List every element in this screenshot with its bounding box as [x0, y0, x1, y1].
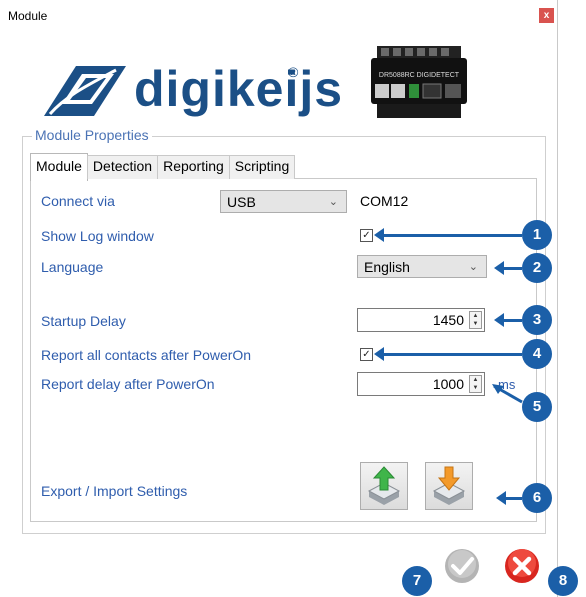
spinner-arrows-icon[interactable]: ▲ ▼	[469, 375, 482, 393]
callout-arrow-1	[382, 234, 522, 237]
connect-via-select[interactable]: USB ⌄	[220, 190, 347, 213]
connect-via-value: USB	[227, 194, 256, 210]
chevron-down-icon: ⌄	[328, 196, 338, 208]
show-log-label: Show Log window	[41, 228, 154, 244]
logo-mark-icon	[44, 66, 126, 116]
callout-badge-2: 2	[522, 253, 552, 283]
report-delay-value: 1000	[432, 376, 464, 392]
callout-arrow-4	[382, 353, 522, 356]
callout-arrow-3	[502, 319, 522, 322]
report-contacts-label: Report all contacts after PowerOn	[41, 347, 252, 363]
export-settings-button[interactable]	[360, 462, 408, 510]
arrow-head-icon	[374, 228, 384, 242]
group-title: Module Properties	[32, 127, 152, 143]
callout-arrow-6	[504, 497, 522, 500]
import-settings-button[interactable]	[425, 462, 473, 510]
device-label: DR5088RC DIGIDETECT	[379, 72, 460, 79]
report-contacts-checkbox[interactable]: ✓	[360, 348, 373, 361]
module-window: Module x digikeijs ® DR5088RC DIGIDETECT…	[0, 0, 558, 597]
language-label: Language	[41, 259, 104, 275]
report-delay-label: Report delay after PowerOn	[41, 376, 215, 392]
module-device-icon: DR5088RC DIGIDETECT	[371, 46, 467, 118]
arrow-head-icon	[494, 261, 504, 275]
digikeijs-logo: digikeijs ®	[36, 56, 366, 128]
callout-badge-5: 5	[522, 392, 552, 422]
tab-bar: Module Detection Reporting Scripting	[30, 153, 296, 181]
close-button[interactable]: x	[539, 8, 554, 23]
tab-detection[interactable]: Detection	[86, 155, 159, 179]
startup-delay-spinner[interactable]: 1450 ▲ ▼	[357, 308, 485, 332]
connect-via-label: Connect via	[41, 193, 115, 209]
callout-badge-7: 7	[402, 566, 432, 596]
ok-button[interactable]	[444, 548, 480, 584]
chevron-down-icon: ⌄	[468, 261, 478, 273]
tab-scripting[interactable]: Scripting	[228, 155, 296, 179]
import-arrow-icon	[432, 466, 466, 505]
window-title: Module	[8, 9, 48, 23]
report-delay-spinner[interactable]: 1000 ▲ ▼	[357, 372, 485, 396]
callout-badge-1: 1	[522, 220, 552, 250]
callout-arrow-2	[502, 267, 522, 270]
startup-delay-label: Startup Delay	[41, 313, 126, 329]
cancel-button[interactable]	[504, 548, 540, 584]
arrow-head-icon	[496, 491, 506, 505]
callout-badge-8: 8	[548, 566, 578, 596]
export-arrow-icon	[367, 466, 401, 505]
callout-badge-4: 4	[522, 339, 552, 369]
logo-text: digikeijs	[134, 61, 344, 117]
arrow-head-icon	[494, 313, 504, 327]
spinner-arrows-icon[interactable]: ▲ ▼	[469, 311, 482, 329]
language-value: English	[364, 259, 410, 275]
com-port-value: COM12	[360, 193, 409, 209]
language-select[interactable]: English ⌄	[357, 255, 487, 278]
startup-delay-value: 1450	[432, 312, 464, 328]
callout-badge-6: 6	[522, 483, 552, 513]
callout-badge-3: 3	[522, 305, 552, 335]
logo-registered-mark: ®	[288, 64, 299, 80]
export-import-label: Export / Import Settings	[41, 483, 188, 499]
arrow-head-icon	[374, 347, 384, 361]
tab-reporting[interactable]: Reporting	[157, 155, 230, 179]
tab-module[interactable]: Module	[30, 153, 88, 181]
show-log-checkbox[interactable]: ✓	[360, 229, 373, 242]
